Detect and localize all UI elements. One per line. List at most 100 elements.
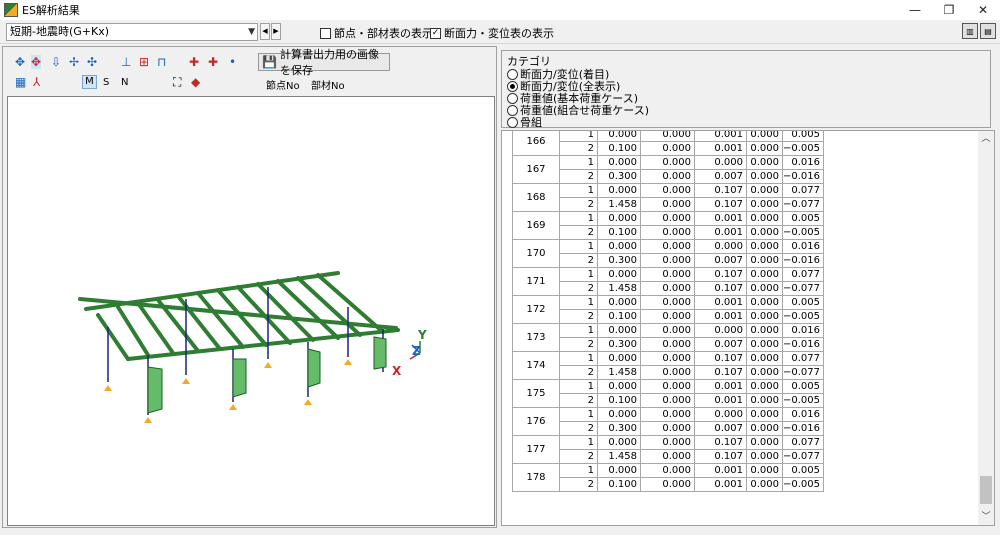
table-cell: 0.000 [694, 155, 747, 170]
table-cell: 0.000 [640, 351, 695, 366]
table-cell: 0.000 [597, 267, 641, 282]
table-cell: 1 [559, 183, 598, 198]
table-cell: 0.016 [781, 407, 825, 422]
vertical-scrollbar[interactable]: ︿ ﹀ [978, 131, 994, 525]
view-top-icon[interactable]: ⊓ [157, 55, 166, 69]
table-cell: 0.000 [640, 323, 695, 338]
table-cell: 0.016 [781, 239, 825, 254]
table-cell: 0.000 [640, 281, 695, 296]
table-cell: 0.000 [746, 379, 783, 394]
table-cell: 0.077 [781, 267, 825, 282]
table-cell: 0.001 [694, 477, 747, 492]
table-cell: 0.077 [781, 183, 825, 198]
show-section-force-checkbox[interactable]: ✓ 断面力・変位表の表示 [430, 25, 554, 41]
rotate-icon[interactable]: ✥ [15, 55, 25, 69]
prev-case-button[interactable]: ◀ [260, 23, 270, 40]
table-cell: 0.000 [746, 463, 783, 478]
table-cell: 0.000 [746, 435, 783, 450]
table-cell: 2 [559, 421, 598, 436]
table-cell: 2 [559, 393, 598, 408]
table-cell: 0.007 [694, 169, 747, 184]
table-cell: −0.005 [781, 477, 825, 492]
table-cell: 0.000 [746, 351, 783, 366]
member-no-label[interactable]: 部材No [311, 77, 345, 92]
table-row: 170 1 0.000 0.000 0.000 0.000 0.016 [512, 239, 825, 268]
table-cell: −0.016 [781, 253, 825, 268]
table-cell: 1 [559, 323, 598, 338]
member-id-cell: 175 [512, 379, 560, 408]
close-button[interactable]: ✕ [966, 0, 1000, 20]
scroll-up-icon[interactable]: ︿ [978, 131, 994, 147]
table-row: 2 1.458 0.000 0.107 0.000 −0.077 [513, 449, 825, 464]
table-cell: −0.016 [781, 337, 825, 352]
scroll-down-icon[interactable]: ﹀ [978, 509, 994, 525]
table-row: 2 1.458 0.000 0.107 0.000 −0.077 [513, 281, 825, 296]
beam [196, 291, 245, 349]
table-cell: 1 [559, 239, 598, 254]
table-cell: 0.000 [597, 239, 641, 254]
pan-down-icon[interactable]: ⇩ [51, 55, 61, 69]
layout-split-icon[interactable]: ▥ [962, 23, 978, 39]
table-cell: 1.458 [597, 449, 641, 464]
dot-icon[interactable]: • [229, 55, 236, 69]
checkbox-unchecked-icon [320, 27, 331, 39]
mode-m-button[interactable]: M [82, 75, 97, 89]
show-node-member-checkbox[interactable]: 節点・部材表の表示 [320, 25, 433, 41]
axis-y-label: Y [417, 328, 427, 342]
scroll-thumb[interactable] [980, 476, 992, 504]
results-table-area: 166 1 0.000 0.000 0.001 0.000 0.005 2 0.100 0.000… [501, 130, 995, 526]
table-cell: 1 [559, 131, 598, 142]
radio-frame[interactable]: 骨組 [507, 114, 542, 130]
table-row: 169 1 0.000 0.000 0.001 0.000 0.005 [512, 211, 825, 240]
table-cell: 0.000 [597, 323, 641, 338]
table-row: 2 0.100 0.000 0.001 0.000 −0.005 [513, 477, 825, 492]
table-cell: 2 [559, 449, 598, 464]
results-table: 166 1 0.000 0.000 0.001 0.000 0.005 2 0.100 0.000… [512, 131, 825, 492]
member-id-cell: 166 [512, 131, 560, 156]
view-front-icon[interactable]: ⊥ [121, 55, 131, 69]
table-cell: 0.000 [746, 253, 783, 268]
node-blue-icon[interactable]: ✚ [208, 55, 218, 69]
mode-s-button[interactable]: S [103, 77, 109, 88]
save-image-label: 計算書出力用の画像を保存 [279, 48, 379, 77]
view-side-icon[interactable]: ⊞ [139, 55, 149, 69]
rotate-active-icon[interactable]: ✥ [31, 55, 42, 69]
node-no-label[interactable]: 節点No [266, 77, 300, 92]
load-case-select[interactable]: 短期-地震時(G+Kx) ▼ [6, 23, 258, 41]
next-case-button[interactable]: ▶ [271, 23, 281, 40]
table-cell: 0.001 [694, 393, 747, 408]
move-icon[interactable]: ✢ [69, 55, 79, 69]
table-cell: −0.005 [781, 393, 825, 408]
table-row: 167 1 0.000 0.000 0.000 0.000 0.016 [512, 155, 825, 184]
table-cell: 2 [559, 477, 598, 492]
table-cell: −0.005 [781, 225, 825, 240]
radio-icon [507, 116, 518, 128]
table-row: 2 0.300 0.000 0.007 0.000 −0.016 [513, 421, 825, 436]
node-red-icon[interactable]: ✚ [189, 55, 199, 69]
model-viewport[interactable]: X Z Y [7, 96, 495, 526]
minimize-button[interactable]: — [898, 0, 932, 20]
table-cell: 0.000 [746, 131, 783, 142]
table-cell: 0.107 [694, 281, 747, 296]
layout-full-icon[interactable]: ▤ [980, 23, 996, 39]
beam [176, 294, 222, 351]
table-cell: 0.000 [640, 155, 695, 170]
axis-icon[interactable]: ⅄ [33, 75, 40, 89]
mode-n-button[interactable]: N [121, 77, 128, 88]
maximize-button[interactable]: ❐ [932, 0, 966, 20]
zoom-icon[interactable]: ✣ [87, 55, 97, 69]
grid-icon[interactable]: ▦ [15, 75, 26, 89]
table-row: 2 0.100 0.000 0.001 0.000 −0.005 [513, 309, 825, 324]
table-row: 2 0.100 0.000 0.001 0.000 −0.005 [513, 393, 825, 408]
save-image-button[interactable]: 💾 計算書出力用の画像を保存 [258, 48, 390, 77]
table-cell: 0.000 [746, 281, 783, 296]
cube-icon[interactable]: ◆ [191, 75, 200, 89]
show-section-force-label: 断面力・変位表の表示 [444, 27, 554, 40]
table-cell: 0.001 [694, 131, 747, 142]
select-box-icon[interactable]: ⛶ [173, 75, 181, 89]
table-cell: −0.077 [781, 365, 825, 380]
table-cell: 0.007 [694, 337, 747, 352]
table-cell: 0.000 [597, 379, 641, 394]
view-toolbar: ✥ ✥ ⇩ ✢ ✣ ⊥ ⊞ ⊓ ✚ ✚ • 💾 計算書出力用の画像を保存 ▦ ⅄… [3, 47, 496, 95]
table-cell: 1 [559, 155, 598, 170]
